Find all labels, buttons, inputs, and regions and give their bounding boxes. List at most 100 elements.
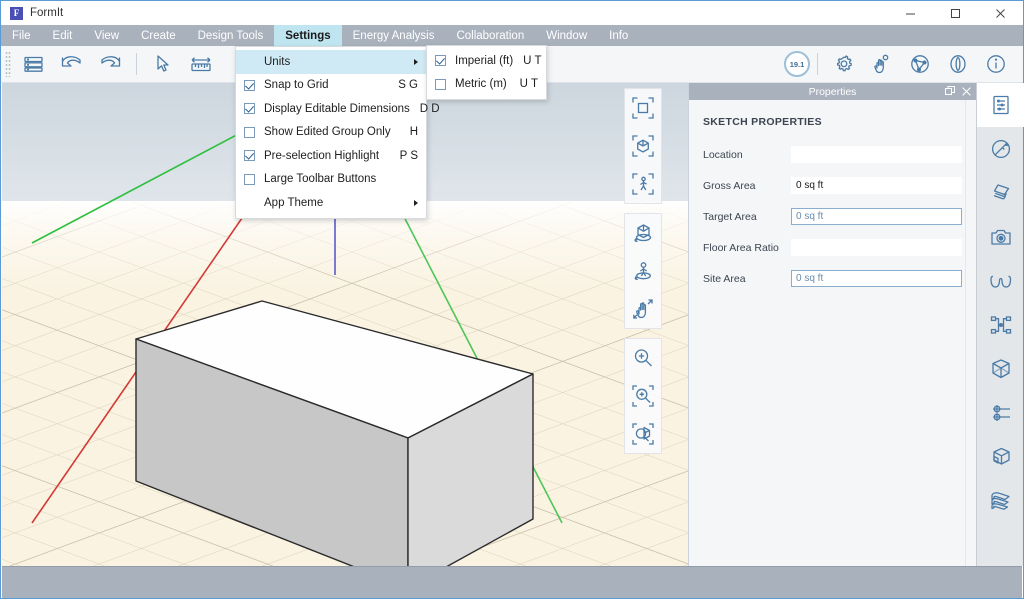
menu-item-imperial-ft[interactable]: Imperial (ft) U T [427, 49, 546, 73]
menu-item-label: App Theme [264, 196, 324, 209]
gear-icon[interactable] [825, 49, 863, 79]
menu-item-shortcut: H [409, 126, 418, 139]
redo-icon[interactable] [91, 49, 129, 79]
rail-item-camera[interactable] [977, 215, 1024, 259]
menubar-item-energy-analysis[interactable]: Energy Analysis [342, 25, 446, 46]
checkbox-icon[interactable] [435, 55, 446, 67]
menu-item-show-edited-group-only[interactable]: Show Edited Group Only H [236, 121, 426, 145]
rail-item-visual-styles[interactable] [977, 259, 1024, 303]
menu-item-large-toolbar-buttons[interactable]: Large Toolbar Buttons [236, 168, 426, 192]
menu-item-label: Snap to Grid [264, 79, 329, 92]
rail-item-solids[interactable] [977, 435, 1024, 479]
zoom-window-icon[interactable] [625, 377, 661, 415]
menu-bar: File Edit View Create Design Tools Settings En… [1, 25, 1023, 46]
viewport-tool-group-1 [624, 88, 662, 204]
orbit-cube-icon[interactable] [625, 214, 661, 252]
menubar-item-edit[interactable]: Edit [42, 25, 84, 46]
location-field[interactable] [791, 146, 962, 163]
menubar-item-file[interactable]: File [1, 25, 42, 46]
site-area-field[interactable]: 0 sq ft [791, 270, 962, 287]
checkbox-icon[interactable] [244, 173, 255, 185]
toolbar-separator [136, 53, 137, 75]
select-cursor-icon[interactable] [144, 49, 182, 79]
toolbar-right-group: 19.1 [784, 49, 1023, 79]
zoom-fit-person-icon[interactable] [625, 165, 661, 203]
menu-list-icon[interactable] [15, 49, 53, 79]
user-avatar-icon[interactable] [939, 49, 977, 79]
menu-indent-spacer [244, 56, 255, 67]
title-bar: F FormIt [1, 1, 1023, 25]
rail-item-3d-view[interactable] [977, 347, 1024, 391]
menu-item-pre-selection-highlight[interactable]: Pre-selection Highlight P S [236, 144, 426, 168]
property-label: Site Area [703, 272, 746, 285]
rail-item-properties[interactable] [977, 83, 1024, 127]
version-badge[interactable]: 19.1 [784, 51, 810, 77]
units-submenu: Imperial (ft) U T Metric (m) U T [426, 45, 547, 100]
app-title: FormIt [30, 7, 64, 19]
rail-item-hierarchy[interactable] [977, 303, 1024, 347]
toolbar-separator-2 [817, 53, 818, 75]
menu-item-shortcut: S G [398, 79, 418, 92]
submenu-arrow-icon [414, 199, 418, 206]
float-panel-icon[interactable] [945, 83, 955, 101]
menu-item-app-theme[interactable]: App Theme [236, 191, 426, 215]
formit-window: F FormIt File Edit View Create Design Tools S… [0, 0, 1024, 599]
menu-item-snap-to-grid[interactable]: Snap to Grid S G [236, 74, 426, 98]
menubar-item-view[interactable]: View [83, 25, 130, 46]
menu-item-metric-m[interactable]: Metric (m) U T [427, 73, 546, 97]
window-controls [888, 1, 1023, 25]
menu-item-label: Display Editable Dimensions [264, 102, 410, 115]
rail-item-settings[interactable] [977, 391, 1024, 435]
menubar-item-window[interactable]: Window [535, 25, 598, 46]
target-area-field[interactable]: 0 sq ft [791, 208, 962, 225]
checkbox-icon[interactable] [435, 78, 446, 90]
zoom-fit-square-icon[interactable] [625, 89, 661, 127]
toolbar-grip[interactable] [5, 51, 11, 77]
zoom-selection-icon[interactable] [625, 415, 661, 453]
menubar-item-create[interactable]: Create [130, 25, 187, 46]
zoom-fit-cube-icon[interactable] [625, 127, 661, 165]
property-row: Site Area 0 sq ft [703, 270, 962, 287]
menu-item-shortcut: D D [419, 102, 440, 115]
properties-panel-buttons [945, 83, 971, 100]
menubar-item-settings[interactable]: Settings [274, 25, 342, 46]
property-row: Floor Area Ratio [703, 239, 962, 256]
menu-indent-spacer [244, 197, 255, 208]
menubar-item-info[interactable]: Info [598, 25, 639, 46]
properties-panel-title: Properties [808, 85, 857, 98]
share-network-icon[interactable] [901, 49, 939, 79]
floor-area-ratio-field[interactable] [791, 239, 962, 256]
checkbox-icon[interactable] [244, 150, 255, 162]
minimize-icon[interactable] [888, 1, 933, 25]
gross-area-field[interactable]: 0 sq ft [791, 177, 962, 194]
checkbox-icon[interactable] [244, 79, 255, 91]
checkbox-icon[interactable] [244, 103, 255, 115]
orbit-person-icon[interactable] [625, 252, 661, 290]
undo-icon[interactable] [53, 49, 91, 79]
menubar-item-design-tools[interactable]: Design Tools [187, 25, 275, 46]
menu-item-display-editable-dimensions[interactable]: Display Editable Dimensions D D [236, 97, 440, 121]
property-row: Location [703, 146, 962, 163]
menu-item-units[interactable]: Units [236, 50, 426, 74]
property-label: Floor Area Ratio [703, 241, 779, 254]
close-icon[interactable] [978, 1, 1023, 25]
menu-item-shortcut: U T [519, 78, 538, 91]
zoom-icon[interactable] [625, 339, 661, 377]
rail-item-layers[interactable] [977, 171, 1024, 215]
menubar-item-collaboration[interactable]: Collaboration [445, 25, 535, 46]
pan-hand-icon[interactable] [625, 290, 661, 328]
rail-item-levels[interactable] [977, 479, 1024, 523]
right-icon-rail [976, 83, 1024, 566]
rail-item-materials[interactable] [977, 127, 1024, 171]
property-label: Gross Area [703, 179, 756, 192]
info-icon[interactable] [977, 49, 1015, 79]
maximize-icon[interactable] [933, 1, 978, 25]
menu-item-shortcut: P S [399, 149, 418, 162]
settings-dropdown-menu: Units Snap to Grid S G Display Editable Dim… [235, 46, 440, 219]
touch-hand-icon[interactable] [863, 49, 901, 79]
sketch-properties-heading: SKETCH PROPERTIES [703, 116, 822, 128]
properties-panel-scrollbar[interactable] [965, 100, 976, 566]
measure-tape-icon[interactable] [182, 49, 220, 79]
close-panel-icon[interactable] [962, 83, 971, 101]
checkbox-icon[interactable] [244, 126, 255, 138]
